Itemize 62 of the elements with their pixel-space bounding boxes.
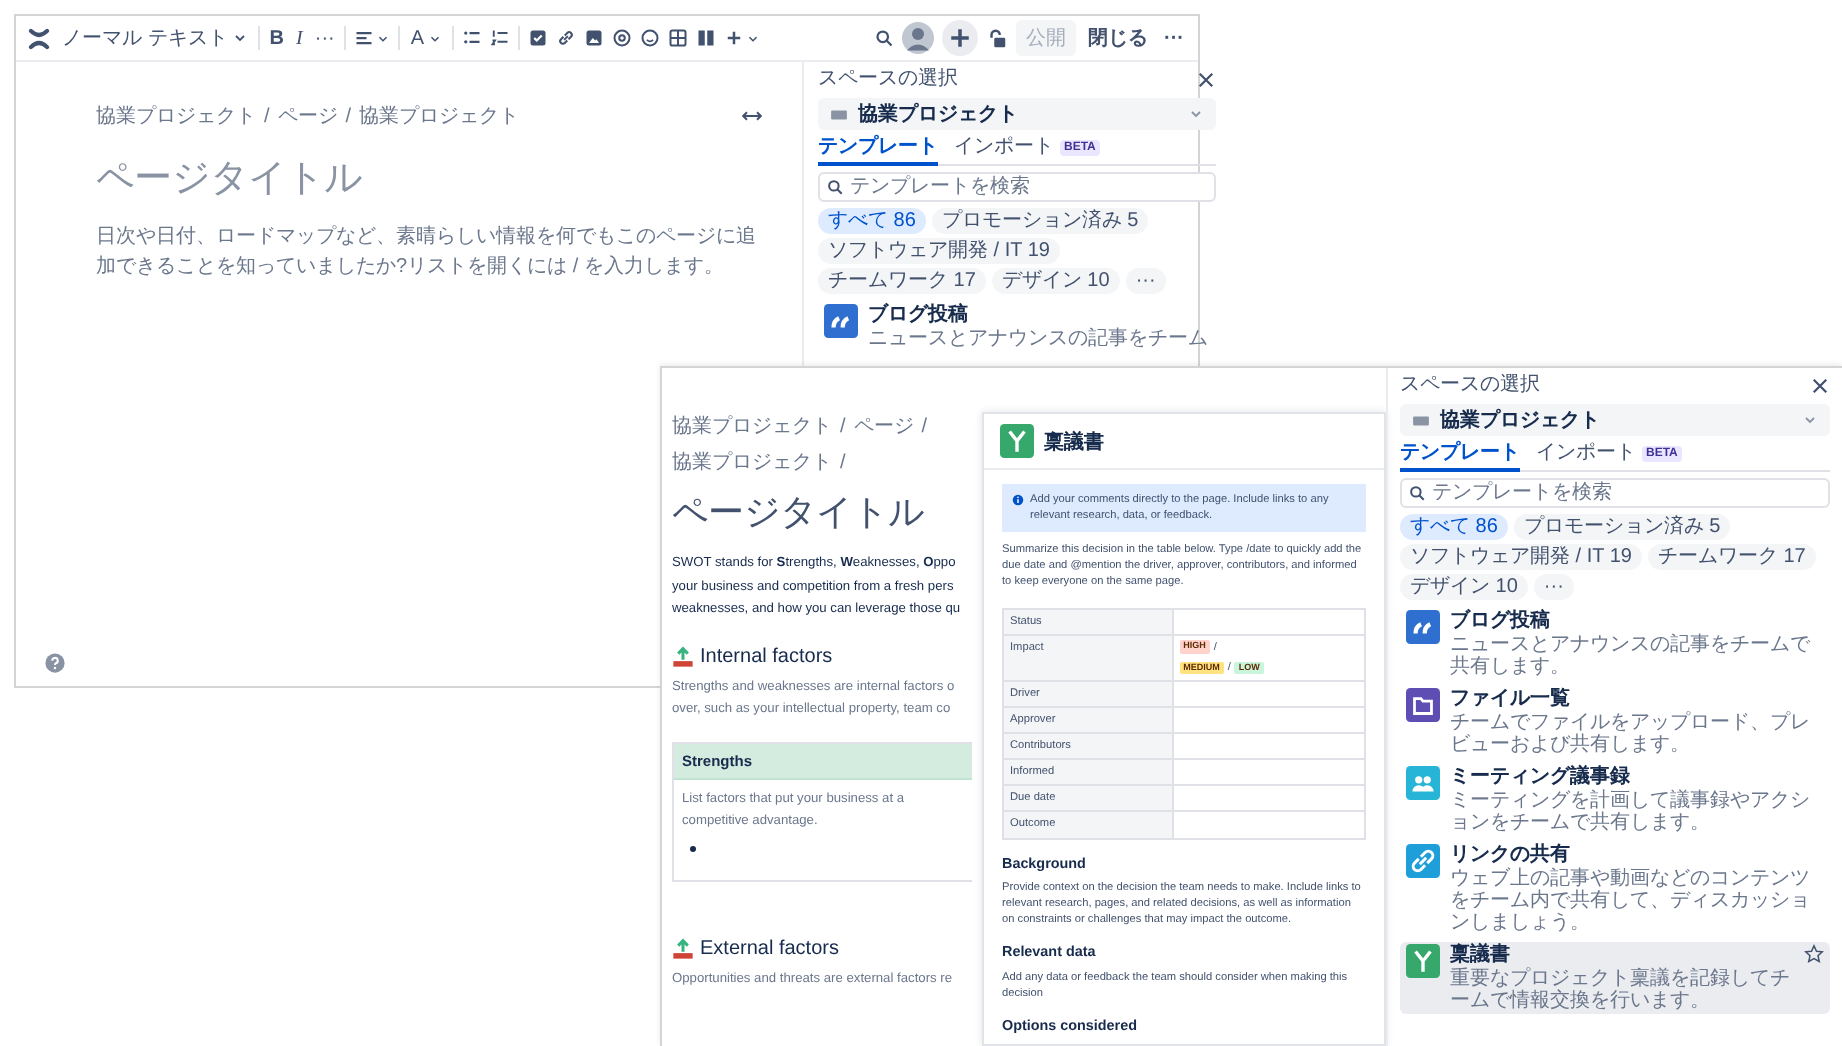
template-item[interactable]: ファイル一覧 チームでファイルをアップロード、プレビューおよび共有します。: [1400, 686, 1830, 758]
template-title: ブログ投稿: [1450, 610, 1552, 634]
filter-chip[interactable]: ソフトウェア開発 / IT 19: [1400, 544, 1642, 570]
template-title: リンクの共有: [1450, 844, 1572, 867]
filter-chip[interactable]: ···: [1125, 268, 1166, 294]
template-item[interactable]: ミーティング議事録 ミーティングを計画して議事録やアクションをチームで共有します。: [1400, 764, 1830, 836]
more-button[interactable]: ···: [1160, 23, 1188, 53]
template-item[interactable]: ブログ投稿 ニュースとアナウンスの記事をチーム: [818, 302, 1216, 352]
italic-button[interactable]: I: [294, 20, 305, 56]
bold-button[interactable]: B: [267, 20, 287, 56]
text-style-dropdown[interactable]: ノーマル テキスト: [60, 20, 250, 56]
space-dropdown[interactable]: 協業プロジェクト: [818, 98, 1216, 130]
space-dropdown[interactable]: 協業プロジェクト: [1400, 404, 1830, 436]
breadcrumb-link[interactable]: 協業プロジェクト: [672, 412, 832, 440]
title-field[interactable]: ページタイトル: [96, 158, 696, 202]
template-title: 稟議書: [1450, 944, 1512, 967]
filter-chip[interactable]: デザイン 10: [991, 268, 1120, 294]
search-field[interactable]: テンプレートを検索: [1400, 478, 1830, 508]
breadcrumb-separator: /: [345, 105, 352, 127]
body-field[interactable]: 日次や日付、ロードマップなど、素晴らしい情報を何でもこのページに追加できることを知っていましたか?リストを開くには / を入力します。: [96, 222, 762, 314]
filter-chip[interactable]: チームワーク 17: [1647, 544, 1816, 570]
breadcrumb-separator: /: [840, 451, 846, 473]
template-title: ファイル一覧: [1450, 688, 1572, 712]
page-title: ページタイトル: [672, 490, 926, 536]
filter-chip[interactable]: ソフトウェア開発 / IT 19: [818, 238, 1060, 264]
more-formatting-button[interactable]: ···: [312, 20, 337, 56]
breadcrumb-link[interactable]: 協業プロジェクト: [96, 102, 256, 130]
template-title: ブログ投稿: [868, 304, 970, 328]
filter-chip[interactable]: すべて 86: [1400, 514, 1508, 540]
breadcrumb-link[interactable]: ページ: [853, 412, 914, 440]
template-description: ミーティングを計画して議事録やアクションをチームで共有します。: [1450, 790, 1812, 834]
filter-chip[interactable]: すべて 86: [818, 208, 926, 234]
space-label: スペースの選択: [1400, 374, 1540, 398]
tab[interactable]: テンプレート: [1400, 442, 1520, 472]
template-description: チームでファイルをアップロード、プレビューおよび共有します。: [1450, 712, 1812, 756]
preview-title: 稟議書: [1044, 428, 1104, 455]
breadcrumb-separator: /: [840, 415, 846, 437]
breadcrumb-separator: /: [264, 105, 270, 127]
close-button[interactable]: 閉じる: [1084, 20, 1152, 56]
template-description: ニュースとアナウンスの記事をチームで共有します。: [1450, 634, 1812, 678]
filter-chip[interactable]: プロモーション済み 5: [1513, 514, 1731, 540]
tab[interactable]: テンプレート: [818, 136, 938, 166]
search-field[interactable]: テンプレートを検索: [818, 172, 1216, 202]
space-label: スペースの選択: [818, 68, 958, 92]
section-heading: Internal factors: [700, 645, 833, 668]
template-description: 重要なプロジェクト稟議を記録してチームで情報交換を行います。: [1450, 968, 1792, 1012]
breadcrumb-link[interactable]: 協業プロジェクト: [359, 102, 520, 130]
filter-chip[interactable]: チームワーク 17: [818, 268, 986, 294]
breadcrumb-separator: /: [921, 415, 928, 437]
template-item[interactable]: リンクの共有 ウェブ上の記事や動画などのコンテンツをチーム内で共有して、ディスカッションしましょう。: [1400, 842, 1830, 936]
template-description: ウェブ上の記事や動画などのコンテンツをチーム内で共有して、ディスカッションしましょう。: [1450, 868, 1812, 934]
template-description: ニュースとアナウンスの記事をチーム: [868, 328, 1210, 350]
template-title: ミーティング議事録: [1450, 766, 1632, 789]
text-color-button[interactable]: A: [408, 20, 445, 56]
template-item[interactable]: ブログ投稿 ニュースとアナウンスの記事をチームで共有します。: [1400, 608, 1830, 680]
breadcrumb-link[interactable]: 協業プロジェクト: [672, 448, 832, 476]
breadcrumb-link[interactable]: ページ: [277, 102, 338, 130]
filter-chip[interactable]: プロモーション済み 5: [931, 208, 1149, 234]
section-heading: External factors: [700, 937, 839, 960]
filter-chip[interactable]: デザイン 10: [1400, 574, 1528, 600]
template-item[interactable]: 稟議書 重要なプロジェクト稟議を記録してチームで情報交換を行います。: [1400, 942, 1830, 1014]
filter-chip[interactable]: ···: [1533, 574, 1574, 600]
